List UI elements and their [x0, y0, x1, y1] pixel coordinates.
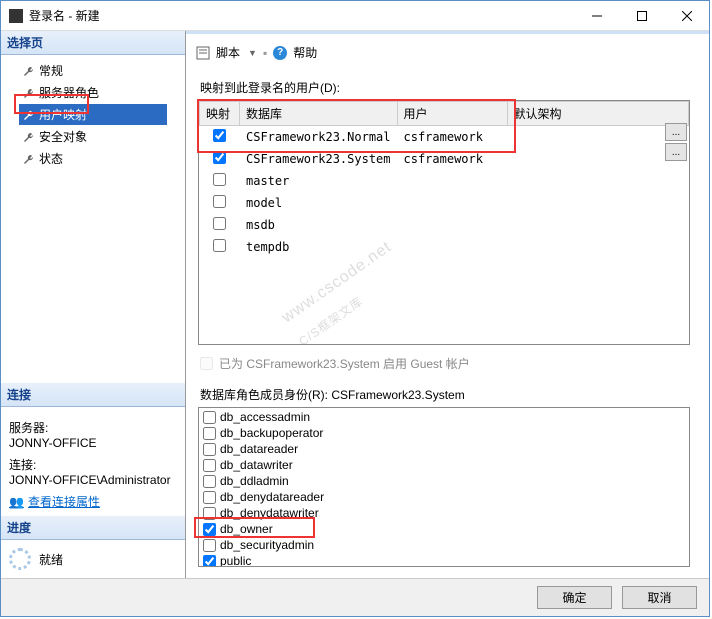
map-checkbox[interactable] [213, 195, 226, 208]
table-row[interactable]: CSFramework23.Systemcsframework [200, 148, 689, 170]
view-connection-label: 查看连接属性 [28, 493, 100, 510]
wrench-icon [23, 109, 35, 121]
progress-header: 进度 [1, 516, 185, 540]
role-checkbox[interactable] [203, 459, 216, 472]
ok-button[interactable]: 确定 [537, 586, 612, 609]
mapping-table-container: 映射数据库用户默认架构 CSFramework23.Normalcsframew… [198, 100, 690, 345]
server-value: JONNY-OFFICE [9, 436, 177, 450]
dialog-footer: 确定 取消 [1, 578, 709, 616]
toolbar-separator: ▪ [263, 46, 267, 60]
help-button[interactable]: 帮助 [293, 44, 317, 61]
roles-list[interactable]: db_accessadmindb_backupoperatordb_datare… [198, 407, 690, 567]
role-item[interactable]: db_securityadmin [203, 537, 685, 553]
sidebar-item-1[interactable]: 服务器角色 [19, 82, 167, 103]
table-row[interactable]: msdb [200, 214, 689, 236]
view-connection-link[interactable]: 👥 查看连接属性 [9, 493, 100, 510]
role-item[interactable]: db_owner [203, 521, 685, 537]
column-header[interactable]: 默认架构 [507, 102, 689, 126]
mapping-label: 映射到此登录名的用户(D): [200, 79, 699, 96]
sidebar-item-3[interactable]: 安全对象 [19, 126, 167, 147]
app-icon [9, 9, 23, 23]
role-item[interactable]: db_denydatareader [203, 489, 685, 505]
map-checkbox[interactable] [213, 151, 226, 164]
role-checkbox[interactable] [203, 427, 216, 440]
server-label: 服务器: [9, 419, 177, 436]
table-row[interactable]: CSFramework23.Normalcsframework [200, 126, 689, 149]
role-item[interactable]: db_backupoperator [203, 425, 685, 441]
sidebar-item-2[interactable]: 用户映射 [19, 104, 167, 125]
connection-icon: 👥 [9, 495, 24, 509]
help-icon: ? [273, 46, 287, 60]
column-header[interactable]: 数据库 [240, 102, 398, 126]
wrench-icon [23, 65, 35, 77]
role-item[interactable]: db_accessadmin [203, 409, 685, 425]
role-checkbox[interactable] [203, 539, 216, 552]
conn-label: 连接: [9, 456, 177, 473]
wrench-icon [23, 153, 35, 165]
table-row[interactable]: model [200, 192, 689, 214]
guest-checkbox-row: 已为 CSFramework23.System 启用 Guest 帐户 [200, 355, 699, 372]
sidebar-header: 选择页 [1, 31, 185, 55]
role-checkbox[interactable] [203, 491, 216, 504]
role-item[interactable]: db_ddladmin [203, 473, 685, 489]
table-row[interactable]: tempdb [200, 236, 689, 258]
guest-checkbox [200, 357, 213, 370]
column-header[interactable]: 用户 [397, 102, 507, 126]
progress-spinner-icon [9, 548, 31, 570]
map-checkbox[interactable] [213, 217, 226, 230]
role-checkbox[interactable] [203, 555, 216, 568]
connection-header: 连接 [1, 383, 185, 407]
mapping-table: 映射数据库用户默认架构 CSFramework23.Normalcsframew… [199, 101, 689, 258]
minimize-button[interactable] [574, 1, 619, 30]
guest-label: 已为 CSFramework23.System 启用 Guest 帐户 [219, 355, 470, 372]
wrench-icon [23, 131, 35, 143]
column-header[interactable]: 映射 [200, 102, 240, 126]
window-title: 登录名 - 新建 [29, 7, 574, 24]
maximize-button[interactable] [619, 1, 664, 30]
role-item[interactable]: db_datawriter [203, 457, 685, 473]
title-bar: 登录名 - 新建 [1, 1, 709, 31]
progress-status: 就绪 [39, 551, 63, 568]
role-checkbox[interactable] [203, 523, 216, 536]
sidebar-item-4[interactable]: 状态 [19, 148, 167, 169]
close-button[interactable] [664, 1, 709, 30]
script-button[interactable]: 脚本 [216, 44, 240, 61]
script-dropdown-icon[interactable]: ▼ [248, 48, 257, 58]
role-checkbox[interactable] [203, 475, 216, 488]
role-checkbox[interactable] [203, 411, 216, 424]
conn-value: JONNY-OFFICE\Administrator [9, 473, 177, 487]
map-checkbox[interactable] [213, 173, 226, 186]
script-icon [196, 46, 210, 60]
roles-label: 数据库角色成员身份(R): CSFramework23.System [200, 386, 699, 403]
sidebar-item-0[interactable]: 常规 [19, 60, 167, 81]
schema-browse-button[interactable]: ... [665, 123, 687, 141]
role-item[interactable]: public [203, 553, 685, 567]
role-item[interactable]: db_datareader [203, 441, 685, 457]
toolbar: 脚本 ▼ ▪ ? 帮助 [196, 40, 699, 65]
role-checkbox[interactable] [203, 507, 216, 520]
wrench-icon [23, 87, 35, 99]
map-checkbox[interactable] [213, 239, 226, 252]
map-checkbox[interactable] [213, 129, 226, 142]
schema-browse-button[interactable]: ... [665, 143, 687, 161]
cancel-button[interactable]: 取消 [622, 586, 697, 609]
table-row[interactable]: master [200, 170, 689, 192]
role-checkbox[interactable] [203, 443, 216, 456]
sidebar-nav: 常规服务器角色用户映射安全对象状态 [1, 55, 185, 174]
role-item[interactable]: db_denydatawriter [203, 505, 685, 521]
